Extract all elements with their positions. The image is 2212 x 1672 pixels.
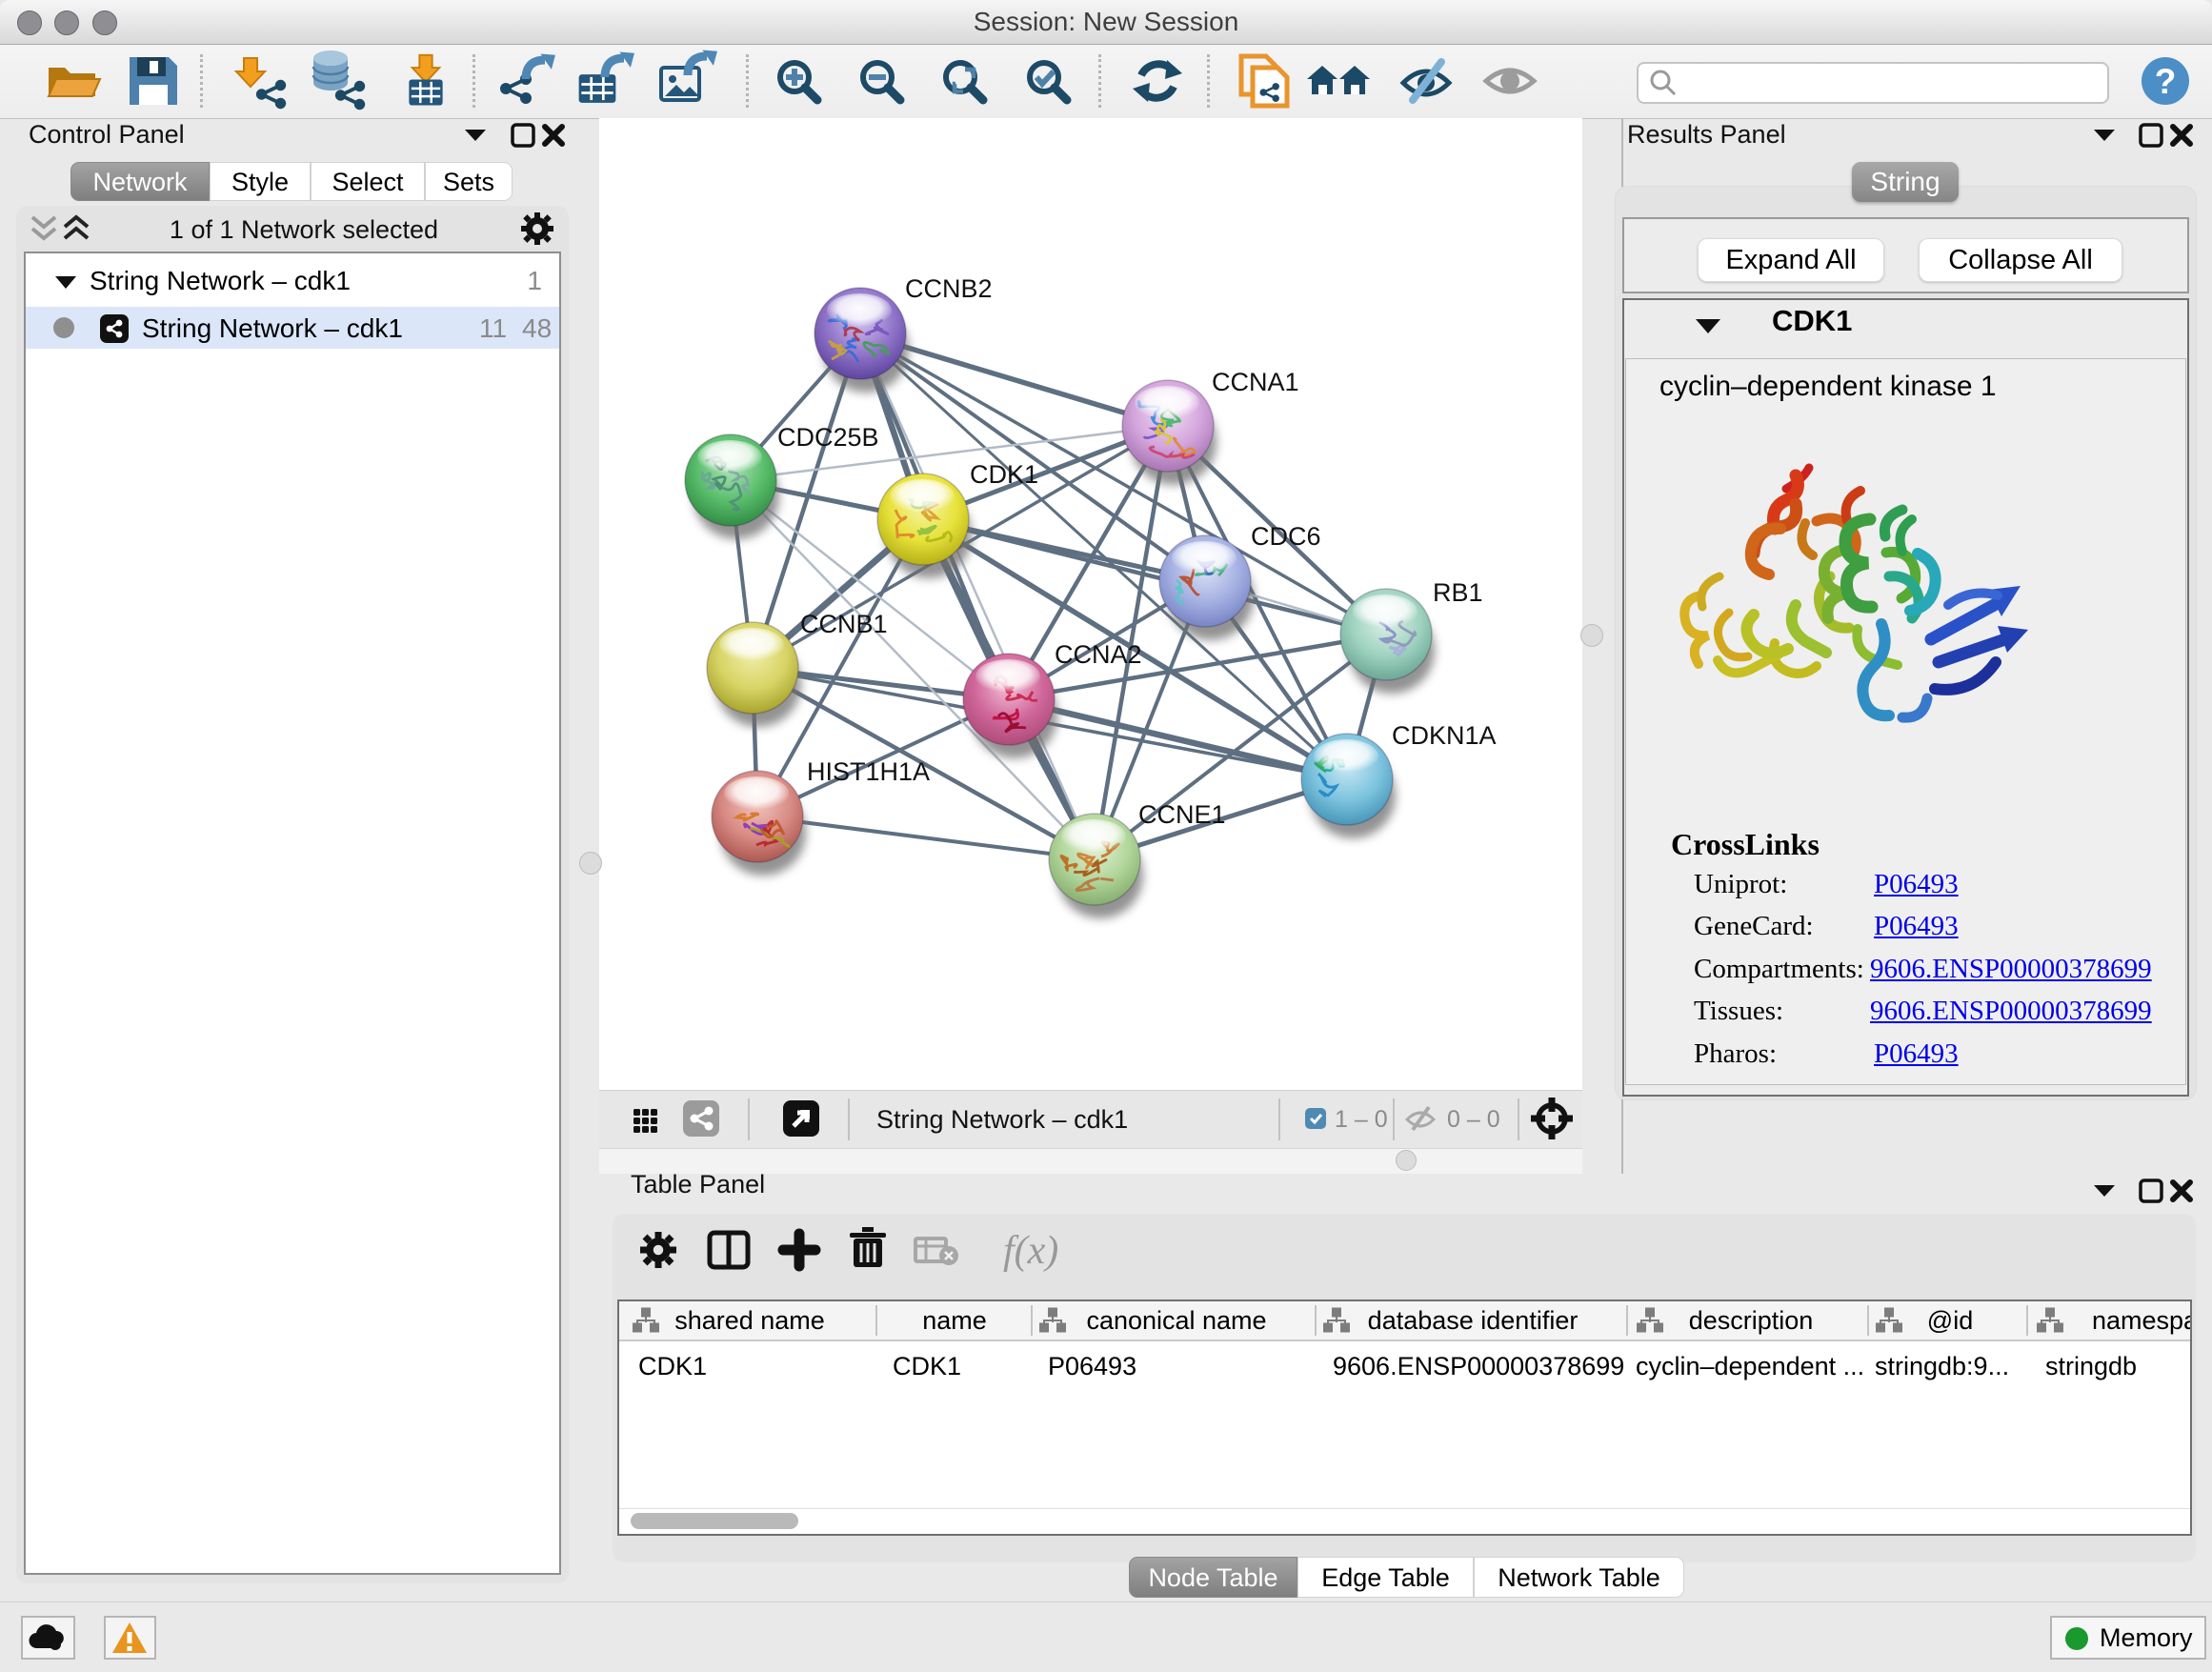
svg-text:1 – 0: 1 – 0: [1335, 1106, 1388, 1133]
svg-text:CCNE1: CCNE1: [1138, 800, 1226, 829]
svg-text:CDK1: CDK1: [970, 460, 1038, 489]
svg-text:CDKN1A: CDKN1A: [1392, 721, 1497, 750]
svg-text:description: description: [1689, 1306, 1814, 1335]
svg-text:f(x): f(x): [1003, 1229, 1058, 1273]
svg-text:CCNA1: CCNA1: [1212, 368, 1299, 396]
svg-text:String Network – cdk1: String Network – cdk1: [876, 1105, 1128, 1134]
svg-text:@id: @id: [1927, 1306, 1973, 1335]
svg-text:shared name: shared name: [674, 1306, 825, 1335]
svg-text:CCNB1: CCNB1: [800, 610, 888, 638]
svg-text:?: ?: [2155, 62, 2177, 101]
svg-text:CDC25B: CDC25B: [777, 423, 879, 452]
svg-text:namespace: namespace: [2092, 1306, 2190, 1335]
svg-text:canonical name: canonical name: [1086, 1306, 1266, 1335]
svg-text:CDC6: CDC6: [1251, 522, 1321, 551]
svg-text:RB1: RB1: [1433, 578, 1483, 607]
svg-text:0 – 0: 0 – 0: [1447, 1106, 1500, 1133]
svg-text:CCNA2: CCNA2: [1055, 640, 1142, 669]
svg-text:database identifier: database identifier: [1368, 1306, 1579, 1335]
svg-text:HIST1H1A: HIST1H1A: [807, 757, 930, 786]
svg-text:1 of 1 Network selected: 1 of 1 Network selected: [170, 215, 438, 244]
svg-text:CCNB2: CCNB2: [905, 274, 993, 303]
svg-text:name: name: [922, 1306, 987, 1335]
